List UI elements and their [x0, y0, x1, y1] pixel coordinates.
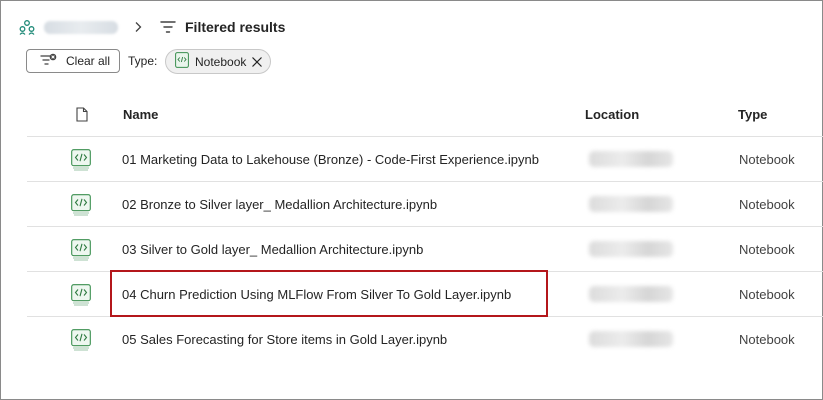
workspace-name-blurred[interactable] [44, 20, 118, 34]
row-location-blurred[interactable] [589, 241, 673, 257]
filter-icon [160, 20, 176, 34]
row-type: Notebook [739, 332, 795, 347]
row-location-blurred[interactable] [589, 196, 673, 212]
highlight-box [110, 270, 548, 317]
column-header-type[interactable]: Type [738, 107, 767, 122]
row-location-blurred[interactable] [589, 331, 673, 347]
breadcrumb: Filtered results [18, 16, 285, 38]
clear-all-button[interactable]: Clear all [26, 49, 120, 73]
type-filter-label: Type: [128, 54, 158, 68]
column-header-name[interactable]: Name [123, 107, 158, 122]
row-type: Notebook [739, 242, 795, 257]
notebook-icon [71, 194, 91, 216]
table-row[interactable]: 02 Bronze to Silver layer_ Medallion Arc… [27, 182, 823, 227]
row-name-link[interactable]: 03 Silver to Gold layer_ Medallion Archi… [122, 242, 423, 257]
notebook-icon [71, 149, 91, 171]
row-location-blurred[interactable] [589, 151, 673, 167]
row-name-link[interactable]: 02 Bronze to Silver layer_ Medallion Arc… [122, 197, 437, 212]
table-row[interactable]: 05 Sales Forecasting for Store items in … [27, 317, 823, 362]
notebook-icon [71, 239, 91, 261]
table-row[interactable]: 03 Silver to Gold layer_ Medallion Archi… [27, 227, 823, 272]
notebook-filter-chip[interactable]: Notebook [165, 49, 271, 74]
chevron-right-icon [132, 21, 144, 33]
clear-all-label: Clear all [66, 54, 111, 68]
column-header-location[interactable]: Location [585, 107, 639, 122]
row-type: Notebook [739, 152, 795, 167]
file-icon [76, 107, 88, 122]
row-name-link[interactable]: 05 Sales Forecasting for Store items in … [122, 332, 447, 347]
row-type: Notebook [739, 287, 795, 302]
notebook-icon [71, 284, 91, 306]
notebook-icon [175, 52, 189, 71]
notebook-chip-label: Notebook [195, 54, 247, 69]
close-icon[interactable] [251, 56, 263, 68]
row-location-blurred[interactable] [589, 286, 673, 302]
results-table: Name Location Type 01 Marketing Data to … [27, 92, 823, 362]
table-header: Name Location Type [27, 92, 823, 137]
row-name-link[interactable]: 01 Marketing Data to Lakehouse (Bronze) … [122, 152, 539, 167]
row-type: Notebook [739, 197, 795, 212]
page-title: Filtered results [185, 19, 286, 35]
notebook-icon [71, 329, 91, 351]
clear-filter-icon [40, 53, 57, 70]
table-row[interactable]: 01 Marketing Data to Lakehouse (Bronze) … [27, 137, 823, 182]
workspace-icon[interactable] [18, 18, 36, 36]
